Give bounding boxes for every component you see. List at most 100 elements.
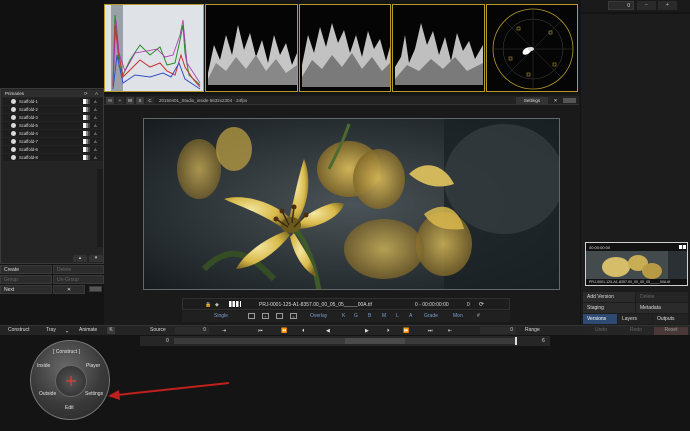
group-lock[interactable]: A bbox=[94, 123, 97, 128]
fit-icon[interactable]: × bbox=[290, 313, 297, 319]
reset-button[interactable]: Reset bbox=[654, 327, 688, 335]
add-version-button[interactable]: Add Version bbox=[583, 292, 635, 302]
audio-icon[interactable]: ◆ bbox=[215, 302, 219, 308]
visibility-icon[interactable] bbox=[11, 123, 16, 128]
move-down-button[interactable]: ▾ bbox=[89, 255, 103, 262]
group-lock[interactable]: A bbox=[94, 139, 97, 144]
frame-plus-button[interactable]: + bbox=[658, 1, 677, 10]
group-row[interactable]: Scaffold-8 A bbox=[3, 154, 103, 161]
range-goto-icon[interactable]: ⇤ bbox=[448, 328, 452, 334]
viewer-plus-button[interactable]: + bbox=[116, 97, 124, 104]
waveform-scope-rgb[interactable] bbox=[299, 4, 391, 92]
step-back-icon[interactable]: ⏴ bbox=[302, 328, 305, 334]
radial-player[interactable]: Player bbox=[86, 363, 100, 369]
visibility-icon[interactable] bbox=[11, 107, 16, 112]
prev-key-icon[interactable]: ⏪ bbox=[281, 328, 287, 334]
tray-menu[interactable]: Tray bbox=[46, 328, 56, 333]
next-slider-handle[interactable] bbox=[89, 286, 102, 292]
first-frame-icon[interactable]: ⏮ bbox=[258, 328, 263, 334]
viewer-image[interactable] bbox=[143, 118, 560, 290]
vectorscope[interactable] bbox=[486, 4, 578, 92]
construct-menu[interactable]: Construct bbox=[8, 328, 29, 333]
grade-button[interactable]: Grade bbox=[424, 313, 438, 319]
frame-field[interactable]: 0 bbox=[608, 1, 634, 10]
viewer-close-button[interactable]: ✕ bbox=[551, 97, 560, 104]
delete-group-button[interactable]: Delete bbox=[53, 265, 104, 274]
last-frame-icon[interactable]: ⏭ bbox=[428, 328, 433, 334]
tab-versions[interactable]: Versions bbox=[583, 314, 617, 324]
tray-dropdown-icon[interactable]: ▾ bbox=[66, 329, 68, 334]
undo-button[interactable]: Undo bbox=[584, 327, 618, 335]
timeline-bar[interactable]: 0 6 bbox=[140, 336, 550, 346]
group-row[interactable]: Scaffold-7 A bbox=[3, 138, 103, 145]
radial-outside[interactable]: Outside bbox=[39, 391, 56, 397]
channel-k[interactable]: K bbox=[342, 313, 345, 319]
group-lock[interactable]: A bbox=[94, 131, 97, 136]
parade-scope[interactable] bbox=[392, 4, 485, 92]
group-list-scrollbar[interactable] bbox=[97, 169, 103, 247]
visibility-icon[interactable] bbox=[11, 155, 16, 160]
add-view-icon[interactable]: + bbox=[262, 313, 269, 319]
create-button[interactable]: Create bbox=[0, 265, 52, 274]
frame-minus-button[interactable]: − bbox=[637, 1, 656, 10]
source-goto-icon[interactable]: ⇥ bbox=[222, 328, 226, 334]
visibility-icon[interactable] bbox=[11, 139, 16, 144]
group-button[interactable]: Group bbox=[0, 275, 52, 284]
histogram-scope[interactable] bbox=[104, 4, 204, 92]
next-key-icon[interactable]: ⏩ bbox=[403, 328, 409, 334]
radial-settings[interactable]: Settings bbox=[85, 391, 103, 397]
lock-icon[interactable]: 🔒 bbox=[205, 302, 211, 308]
visibility-icon[interactable] bbox=[11, 99, 16, 104]
visibility-icon[interactable] bbox=[11, 147, 16, 152]
timeline-range[interactable] bbox=[345, 338, 405, 344]
grid-icon[interactable]: # bbox=[477, 313, 480, 319]
color-bars-icon[interactable] bbox=[229, 301, 241, 307]
wipe-icon[interactable] bbox=[276, 313, 283, 319]
range-field[interactable]: 0 bbox=[480, 327, 516, 334]
radial-inside[interactable]: Inside bbox=[37, 363, 50, 369]
visibility-icon[interactable] bbox=[11, 115, 16, 120]
overlay-button[interactable]: Overlay bbox=[310, 313, 327, 319]
viewer-settings-button[interactable]: Settings bbox=[516, 97, 548, 104]
viewer-minimize-button[interactable] bbox=[563, 98, 576, 103]
group-row[interactable]: Scaffold-4 A bbox=[3, 130, 103, 137]
group-lock[interactable]: A bbox=[94, 147, 97, 152]
visibility-icon[interactable] bbox=[11, 131, 16, 136]
timeline-playhead[interactable] bbox=[515, 337, 517, 345]
group-lock[interactable]: A bbox=[94, 115, 97, 120]
step-forward-icon[interactable]: ⏵ bbox=[387, 328, 390, 334]
group-lock[interactable]: A bbox=[94, 99, 97, 104]
play-back-icon[interactable]: ◀ bbox=[326, 328, 330, 334]
refresh-icon[interactable]: ⟳ bbox=[84, 91, 88, 97]
channel-m[interactable]: M bbox=[382, 313, 386, 319]
source-field[interactable]: 0 bbox=[175, 327, 209, 334]
viewer-s-button[interactable]: S bbox=[136, 97, 144, 104]
metadata-button[interactable]: Metadata bbox=[636, 303, 688, 313]
loop-icon[interactable]: ⟳ bbox=[479, 301, 484, 308]
tab-layers[interactable]: Layers bbox=[618, 314, 652, 324]
waveform-scope-luma[interactable] bbox=[205, 4, 298, 92]
groups-header-lock[interactable]: A bbox=[95, 91, 98, 96]
group-lock[interactable]: A bbox=[94, 107, 97, 112]
channel-a[interactable]: A bbox=[409, 313, 412, 319]
staging-button[interactable]: Staging bbox=[583, 303, 635, 313]
next-button[interactable]: Next bbox=[0, 285, 52, 294]
group-lock[interactable]: A bbox=[94, 155, 97, 160]
version-thumbnail[interactable]: 00:00:00:00 PRJ-0001-125-A1-8357.00_00_0… bbox=[585, 242, 688, 286]
move-up-button[interactable]: ▴ bbox=[73, 255, 87, 262]
group-row[interactable]: Scaffold-1 A bbox=[3, 98, 103, 105]
group-row[interactable]: Scaffold-6 A bbox=[3, 146, 103, 153]
channel-g[interactable]: G bbox=[354, 313, 358, 319]
viewer-c-button[interactable]: C bbox=[146, 97, 154, 104]
next-clear-button[interactable]: ✕ bbox=[53, 285, 85, 294]
viewer-w-button[interactable]: W bbox=[126, 97, 134, 104]
group-row[interactable]: Scaffold-2 A bbox=[3, 106, 103, 113]
play-icon[interactable]: ▶ bbox=[365, 328, 369, 334]
split-view-icon[interactable] bbox=[248, 313, 255, 319]
animate-menu[interactable]: Animate bbox=[79, 328, 97, 333]
group-row[interactable]: Scaffold-5 A bbox=[3, 122, 103, 129]
delete-version-button[interactable]: Delete bbox=[636, 292, 688, 302]
channel-b[interactable]: B bbox=[368, 313, 371, 319]
single-button[interactable]: Single bbox=[214, 313, 228, 319]
ungroup-button[interactable]: Un-Group bbox=[53, 275, 104, 284]
